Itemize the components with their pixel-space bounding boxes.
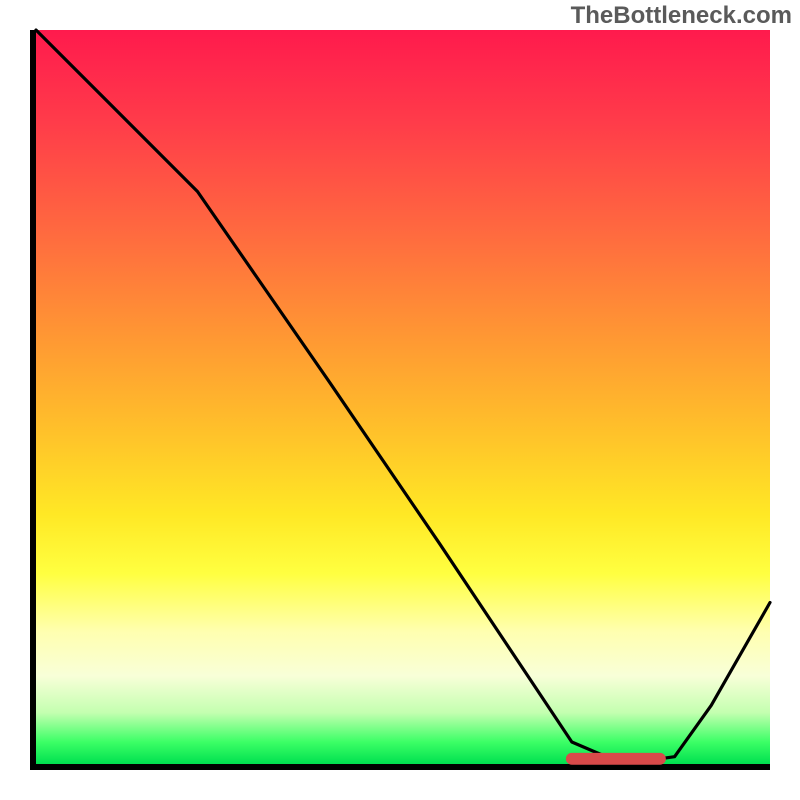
chart-container: TheBottleneck.com xyxy=(0,0,800,800)
plot-area xyxy=(30,30,770,770)
bottleneck-curve xyxy=(36,30,770,764)
chart-overlay xyxy=(36,30,770,764)
watermark-text: TheBottleneck.com xyxy=(571,2,792,30)
